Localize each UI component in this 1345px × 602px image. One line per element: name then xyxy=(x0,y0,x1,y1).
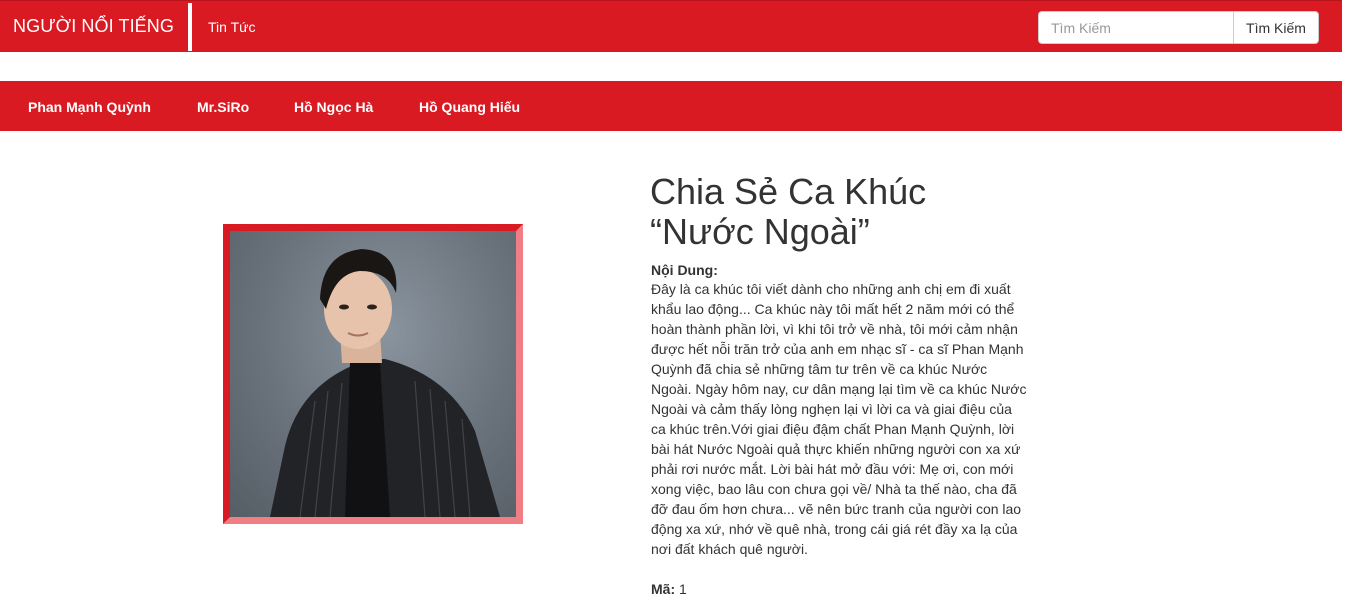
article-content: Đây là ca khúc tôi viết dành cho những a… xyxy=(651,281,1027,557)
nav-link-news[interactable]: Tin Tức xyxy=(208,19,256,35)
category-ho-quang-hieu[interactable]: Hồ Quang Hiếu xyxy=(419,99,520,115)
category-mr-siro[interactable]: Mr.SiRo xyxy=(197,99,249,115)
category-phan-manh-quynh[interactable]: Phan Mạnh Quỳnh xyxy=(28,99,151,115)
content-label: Nội Dung: xyxy=(651,262,718,278)
brand-logo[interactable]: NGƯỜI NỔI TIẾNG xyxy=(13,16,174,37)
article-code-row: Mã: 1 xyxy=(651,581,687,597)
article-title: Chia Sẻ Ca Khúc “Nước Ngoài” xyxy=(650,171,927,252)
search-input[interactable] xyxy=(1038,11,1233,44)
article-photo xyxy=(230,231,516,517)
top-navbar: NGƯỜI NỔI TIẾNG Tin Tức Tìm Kiếm xyxy=(0,0,1342,52)
article-photo-frame xyxy=(223,224,523,524)
category-ho-ngoc-ha[interactable]: Hồ Ngọc Hà xyxy=(294,99,373,115)
portrait-illustration xyxy=(270,249,500,517)
search-button[interactable]: Tìm Kiếm xyxy=(1233,11,1319,44)
category-bar: Phan Mạnh Quỳnh Mr.SiRo Hồ Ngọc Hà Hồ Qu… xyxy=(0,81,1342,131)
code-value: 1 xyxy=(679,581,687,597)
code-label: Mã: xyxy=(651,581,676,597)
brand-divider xyxy=(188,3,192,51)
